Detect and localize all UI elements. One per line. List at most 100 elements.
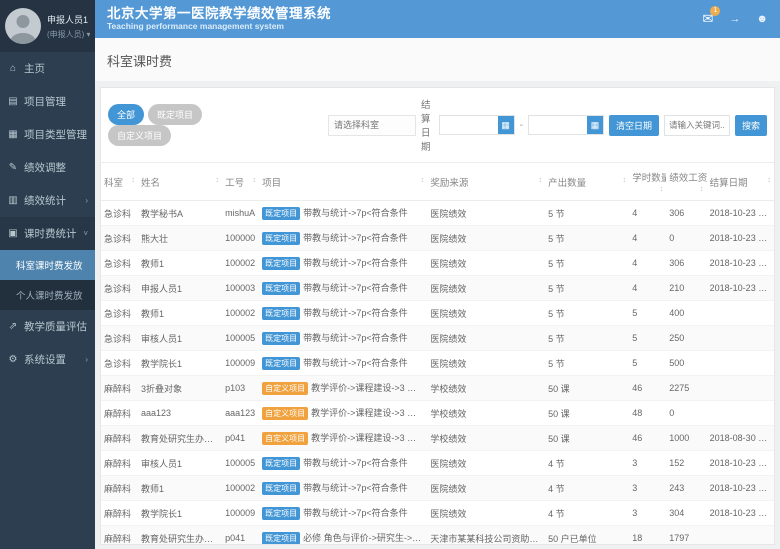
- user-role[interactable]: (申报人员) ▾: [47, 29, 90, 40]
- table-row[interactable]: 麻醉科aaa123aaa123自定义项目教学评价->课程建设->3 本科->3 …: [101, 401, 774, 426]
- cell-employee-id: p041: [222, 426, 259, 451]
- table-row[interactable]: 麻醉科审核人员1100005既定项目带教与统计->7p<符合条件医院绩效4 节3…: [101, 451, 774, 476]
- cell-source: 学校绩效: [427, 376, 545, 401]
- sort-icon[interactable]: ↕: [252, 175, 256, 184]
- project-type-badge: 既定项目: [262, 532, 300, 545]
- sort-icon[interactable]: ↕: [538, 175, 542, 184]
- column-header[interactable]: 科室↕: [101, 163, 138, 201]
- cell-hours: 46: [629, 376, 666, 401]
- table-row[interactable]: 急诊科审核人员1100005既定项目带教与统计->7p<符合条件医院绩效5 节5…: [101, 326, 774, 351]
- table-row[interactable]: 麻醉科教育处研究生办公室Ap041既定项目必修 角色与评价->研究生->民定->…: [101, 526, 774, 546]
- cell-name: 教育处研究生办公室A: [138, 526, 222, 546]
- cell-employee-id: 100000: [222, 226, 259, 251]
- sidebar-item-label: 项目类型管理: [24, 127, 87, 142]
- table-row[interactable]: 急诊科熊大壮100000既定项目带教与统计->7p<符合条件医院绩效5 节402…: [101, 226, 774, 251]
- department-select-input[interactable]: [328, 115, 416, 136]
- table-row[interactable]: 急诊科教学院长1100009既定项目带教与统计->7p<符合条件医院绩效5 节5…: [101, 351, 774, 376]
- keyword-search-input[interactable]: [664, 115, 730, 136]
- cell-hours: 46: [629, 426, 666, 451]
- cell-source: 天津市某某科技公司资助项目: [427, 526, 545, 546]
- sort-icon[interactable]: ↕: [700, 184, 704, 193]
- content-panel: 全部既定项目自定义项目 结算日期 ▦ - ▦ 清空日期 搜索: [100, 87, 775, 545]
- table-row[interactable]: 急诊科教师1100002既定项目带教与统计->7p<符合条件医院绩效5 节540…: [101, 301, 774, 326]
- table-row[interactable]: 麻醉科3折叠对象p103自定义项目教学评价->课程建设->3 本科->3 无教授…: [101, 376, 774, 401]
- cell-source: 医院绩效: [427, 301, 545, 326]
- sidebar-item-7[interactable]: ⇗教学质量评估: [0, 310, 95, 343]
- fees-table: 科室↕姓名↕工号↕项目↕奖励来源↕产出数量↕学时数量↕绩效工资(元)↕结算日期↕…: [101, 163, 774, 545]
- filter-pill-2[interactable]: 既定项目: [148, 104, 202, 125]
- table-row[interactable]: 麻醉科教学院长1100009既定项目带教与统计->7p<符合条件医院绩效4 节3…: [101, 501, 774, 526]
- cell-output-quantity: 5 节: [545, 226, 629, 251]
- sort-icon[interactable]: ↕: [215, 175, 219, 184]
- project-type-badge: 既定项目: [262, 232, 300, 245]
- sort-icon[interactable]: ↕: [767, 175, 771, 184]
- project-text: 带教与统计->7p<符合条件: [303, 258, 408, 268]
- cell-department: 急诊科: [101, 251, 138, 276]
- cell-department: 麻醉科: [101, 526, 138, 546]
- sidebar-item-8[interactable]: ⚙系统设置›: [0, 343, 95, 376]
- project-type-badge: 既定项目: [262, 482, 300, 495]
- cell-source: 医院绩效: [427, 451, 545, 476]
- filter-pill-1[interactable]: 全部: [108, 104, 144, 125]
- cell-employee-id: 100002: [222, 251, 259, 276]
- column-header[interactable]: 绩效工资(元)↕: [666, 163, 706, 201]
- clear-date-button[interactable]: 清空日期: [609, 115, 659, 136]
- column-header[interactable]: 项目↕: [259, 163, 427, 201]
- sort-icon[interactable]: ↕: [659, 184, 663, 193]
- calendar-icon[interactable]: ▦: [498, 116, 514, 134]
- cell-department: 急诊科: [101, 351, 138, 376]
- column-header[interactable]: 产出数量↕: [545, 163, 629, 201]
- sidebar-item-4[interactable]: ✎绩效调整: [0, 151, 95, 184]
- table-row[interactable]: 急诊科教学秘书AmishuA既定项目带教与统计->7p<符合条件医院绩效5 节4…: [101, 201, 774, 226]
- column-header[interactable]: 结算日期↕: [707, 163, 774, 201]
- date-end-field: ▦: [528, 115, 604, 135]
- table-row[interactable]: 麻醉科教师1100002既定项目带教与统计->7p<符合条件医院绩效4 节324…: [101, 476, 774, 501]
- cell-department: 急诊科: [101, 276, 138, 301]
- cell-name: 教学院长1: [138, 501, 222, 526]
- user-panel[interactable]: 申报人员1 (申报人员) ▾: [0, 0, 95, 52]
- table-row[interactable]: 急诊科申报人员1100003既定项目带教与统计->7p<符合条件医院绩效5 节4…: [101, 276, 774, 301]
- filter-pill-3[interactable]: 自定义项目: [108, 125, 171, 146]
- cell-output-quantity: 50 课: [545, 376, 629, 401]
- message-icon[interactable]: ✉ 1: [703, 11, 714, 27]
- cell-source: 学校绩效: [427, 401, 545, 426]
- submenu-item[interactable]: 科室课时费发放: [0, 250, 95, 280]
- submenu-item[interactable]: 个人课时费发放: [0, 280, 95, 310]
- sidebar-item-label: 项目管理: [24, 94, 66, 109]
- sidebar-item-3[interactable]: ▦项目类型管理: [0, 118, 95, 151]
- chevron-icon: ˅: [83, 229, 88, 238]
- date-start-input[interactable]: [440, 116, 498, 134]
- calendar-icon[interactable]: ▦: [587, 116, 603, 134]
- sidebar-item-1[interactable]: ⌂主页: [0, 52, 95, 85]
- cell-output-quantity: 5 节: [545, 326, 629, 351]
- cell-name: 教学院长1: [138, 351, 222, 376]
- cell-hours: 48: [629, 401, 666, 426]
- logout-icon[interactable]: →: [729, 13, 740, 25]
- cell-employee-id: 100002: [222, 301, 259, 326]
- sort-icon[interactable]: ↕: [420, 175, 424, 184]
- cell-department: 急诊科: [101, 201, 138, 226]
- sidebar-item-2[interactable]: ▤项目管理: [0, 85, 95, 118]
- sidebar-item-5[interactable]: ▥绩效统计›: [0, 184, 95, 217]
- cell-settle-date: [707, 401, 774, 426]
- column-header[interactable]: 工号↕: [222, 163, 259, 201]
- user-icon[interactable]: ☻: [756, 13, 768, 25]
- table-row[interactable]: 急诊科教师1100002既定项目带教与统计->7p<符合条件医院绩效5 节430…: [101, 251, 774, 276]
- sort-icon[interactable]: ↕: [622, 175, 626, 184]
- sort-icon[interactable]: ↕: [131, 175, 135, 184]
- cell-settle-date: 2018-10-23 00:00:00: [707, 476, 774, 501]
- cell-output-quantity: 50 户已单位: [545, 526, 629, 546]
- avatar-torso-shape: [10, 33, 36, 44]
- date-end-input[interactable]: [529, 116, 587, 134]
- cell-settle-date: 2018-10-23 00:00:00: [707, 451, 774, 476]
- column-header[interactable]: 学时数量↕: [629, 163, 666, 201]
- notification-badge: 1: [710, 6, 720, 16]
- search-button[interactable]: 搜索: [735, 115, 767, 136]
- sidebar-item-6[interactable]: ▣课时费统计˅: [0, 217, 95, 250]
- cell-settle-date: 2018-10-23 00:00:00: [707, 276, 774, 301]
- fee-stats-icon: ▣: [7, 228, 19, 239]
- column-header[interactable]: 姓名↕: [138, 163, 222, 201]
- table-row[interactable]: 麻醉科教育处研究生办公室Ap041自定义项目教学评价->课程建设->3 本科->…: [101, 426, 774, 451]
- column-header[interactable]: 奖励来源↕: [427, 163, 545, 201]
- cell-hours: 5: [629, 301, 666, 326]
